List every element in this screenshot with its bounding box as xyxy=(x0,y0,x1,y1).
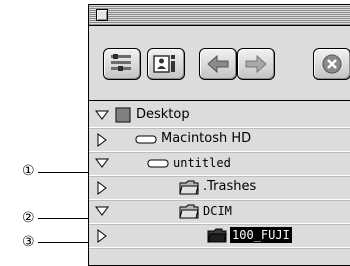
list-item[interactable]: 100_FUJI xyxy=(89,224,350,249)
close-box[interactable] xyxy=(96,9,108,21)
list-item[interactable]: Desktop xyxy=(89,104,350,129)
get-info-button[interactable] xyxy=(147,48,185,80)
folder-icon xyxy=(179,204,199,219)
item-label: untitled xyxy=(173,156,231,170)
desktop-icon xyxy=(115,107,131,123)
view-options-button[interactable] xyxy=(103,48,141,80)
back-icon xyxy=(207,54,229,74)
toolbar xyxy=(89,26,350,101)
hard-disk-icon xyxy=(135,135,157,144)
view-options-icon xyxy=(111,54,131,71)
disclosure-triangle-collapsed-icon[interactable] xyxy=(96,133,108,147)
file-list: Desktop Macintosh HD untitled .Trashes D… xyxy=(89,101,350,265)
disclosure-triangle-expanded-icon[interactable] xyxy=(95,109,109,121)
disk-icon xyxy=(147,159,169,168)
title-bar[interactable] xyxy=(89,5,350,26)
callout-3-number: ③ xyxy=(22,234,35,250)
get-info-icon xyxy=(153,55,175,73)
item-label: .Trashes xyxy=(203,179,257,194)
callout-1-number: ① xyxy=(22,163,35,179)
disclosure-triangle-expanded-icon[interactable] xyxy=(95,157,109,169)
forward-icon xyxy=(245,54,267,74)
item-label: Macintosh HD xyxy=(161,131,252,146)
item-label: DCIM xyxy=(203,204,232,218)
finder-window: Desktop Macintosh HD untitled .Trashes D… xyxy=(88,4,350,266)
item-label: Desktop xyxy=(136,107,190,122)
stop-icon xyxy=(322,54,342,74)
folder-icon xyxy=(207,228,227,243)
item-label-selected: 100_FUJI xyxy=(230,227,292,243)
list-item[interactable]: Macintosh HD xyxy=(89,128,350,153)
callout-2-number: ② xyxy=(22,210,35,226)
stop-button[interactable] xyxy=(313,48,350,80)
list-item[interactable]: .Trashes xyxy=(89,176,350,201)
list-item[interactable]: untitled xyxy=(89,152,350,177)
disclosure-triangle-expanded-icon[interactable] xyxy=(95,205,109,217)
folder-icon xyxy=(179,180,199,195)
list-item[interactable]: DCIM xyxy=(89,200,350,225)
disclosure-triangle-collapsed-icon[interactable] xyxy=(96,229,108,243)
back-button[interactable] xyxy=(199,48,237,80)
disclosure-triangle-collapsed-icon[interactable] xyxy=(96,181,108,195)
forward-button[interactable] xyxy=(237,48,275,80)
